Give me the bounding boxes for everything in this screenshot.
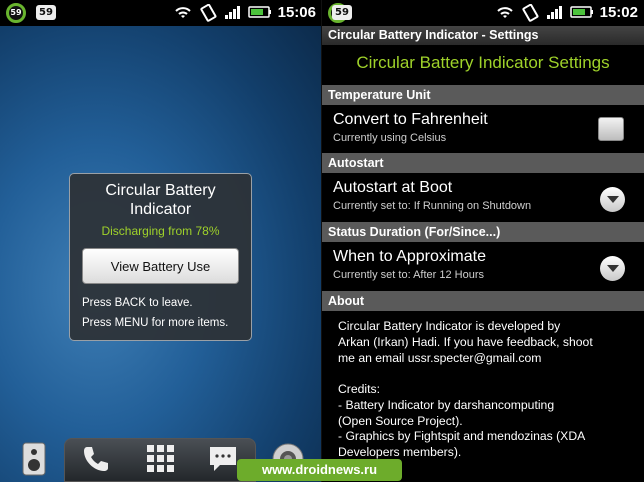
- category-temperature-unit: Temperature Unit: [322, 85, 644, 105]
- credit-line: - Graphics by Fightspit and mendozinas (…: [338, 429, 586, 443]
- signal-icon: [224, 4, 242, 24]
- pref-summary: Currently using Celsius: [333, 132, 447, 144]
- credit-line: - Battery Indicator by darshancomputing: [338, 398, 555, 412]
- about-line: Circular Battery Indicator is developed …: [338, 319, 561, 333]
- settings-heading: Circular Battery Indicator Settings: [356, 53, 610, 72]
- pref-when-to-approximate[interactable]: When to Approximate Currently set to: Af…: [322, 243, 644, 291]
- dialog-title-line1: Circular Battery: [105, 182, 216, 199]
- rotate-phone-icon: [199, 3, 217, 26]
- battery-icon: [248, 4, 272, 24]
- battery-badge: 59: [36, 5, 56, 20]
- pref-title: When to Approximate: [333, 248, 486, 265]
- fahrenheit-checkbox[interactable]: [598, 117, 624, 141]
- window-title: Circular Battery Indicator - Settings: [322, 26, 644, 45]
- clock: 15:02: [599, 4, 638, 21]
- about-line: Arkan (Irkan) Hadi. If you have feedback…: [338, 335, 593, 349]
- menu-hint: Press MENU for more items.: [82, 317, 229, 329]
- home-screen: 59 59 15:06 Circular Battery Indicator D…: [0, 0, 322, 482]
- battery-badge: 59: [332, 5, 352, 20]
- dialog-title: Circular Battery Indicator: [70, 181, 251, 219]
- category-autostart: Autostart: [322, 153, 644, 173]
- wifi-icon: [173, 4, 193, 24]
- battery-dialog: Circular Battery Indicator Discharging f…: [69, 173, 252, 341]
- app-grid-icon[interactable]: [141, 440, 181, 478]
- rotate-phone-icon: [521, 3, 539, 26]
- signal-icon: [546, 4, 564, 24]
- back-hint: Press BACK to leave.: [82, 297, 193, 309]
- dialog-title-line2: Indicator: [129, 201, 192, 218]
- battery-status-text: Discharging from 78%: [101, 224, 220, 238]
- settings-screen: 59 59 15:02 Circular Battery Indicator -…: [322, 0, 644, 482]
- chevron-down-icon[interactable]: [600, 187, 625, 212]
- phone-icon[interactable]: [76, 440, 116, 478]
- view-battery-use-button[interactable]: View Battery Use: [82, 248, 239, 284]
- pref-summary: Currently set to: After 12 Hours: [333, 269, 485, 281]
- pref-title: Convert to Fahrenheit: [333, 111, 488, 128]
- wifi-icon: [495, 4, 515, 24]
- about-line: me an email ussr.specter@gmail.com: [338, 351, 542, 365]
- pref-convert-fahrenheit[interactable]: Convert to Fahrenheit Currently using Ce…: [322, 106, 644, 154]
- speaker-icon[interactable]: [14, 440, 54, 478]
- watermark: www.droidnews.ru: [237, 459, 402, 481]
- credit-line: (Open Source Project).: [338, 414, 463, 428]
- chevron-down-icon[interactable]: [600, 256, 625, 281]
- pref-autostart-boot[interactable]: Autostart at Boot Currently set to: If R…: [322, 174, 644, 222]
- status-bar: 59 59 15:02: [322, 0, 644, 26]
- category-about: About: [322, 291, 644, 311]
- credit-line: Developers members).: [338, 445, 462, 459]
- pref-summary: Currently set to: If Running on Shutdown: [333, 200, 532, 212]
- clock: 15:06: [277, 4, 316, 21]
- status-bar: 59 59 15:06: [0, 0, 322, 26]
- category-status-duration: Status Duration (For/Since...): [322, 222, 644, 242]
- battery-ring-icon: 59: [6, 3, 26, 23]
- credits-header: Credits:: [338, 382, 380, 396]
- pref-title: Autostart at Boot: [333, 179, 453, 196]
- battery-icon: [570, 4, 594, 24]
